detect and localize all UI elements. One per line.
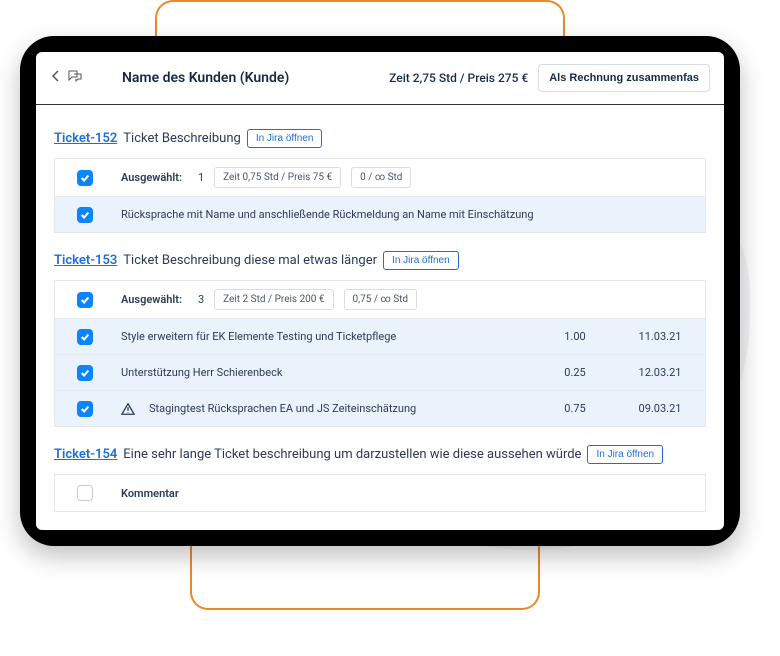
estimate-pill: 0 / ∞ Std [351, 167, 411, 188]
row-date: 11.03.21 [615, 330, 705, 343]
ticket-id-link[interactable]: Ticket-153 [54, 253, 117, 268]
estimate-pill: 0,75 / ∞ Std [344, 289, 418, 310]
row-text: Style erweitern für EK Elemente Testing … [121, 330, 396, 343]
comment-label: Kommentar [121, 487, 179, 500]
ticket-description: Eine sehr lange Ticket beschreibung um d… [123, 447, 581, 462]
content-area: Ticket-152 Ticket Beschreibung In Jira ö… [36, 105, 724, 530]
back-icon[interactable] [50, 70, 62, 86]
checkbox[interactable] [77, 365, 93, 381]
row-date: 12.03.21 [615, 366, 705, 379]
selected-count: 1 [198, 171, 204, 184]
table-row: Style erweitern für EK Elemente Testing … [55, 318, 705, 354]
ticket-head: Ticket-152 Ticket Beschreibung In Jira ö… [54, 129, 706, 148]
time-price-pill: Zeit 0,75 Std / Preis 75 € [214, 167, 341, 188]
ticket-table: Ausgewählt: 3 Zeit 2 Std / Preis 200 € 0… [54, 280, 706, 427]
table-row: Stagingtest Rücksprachen EA und JS Zeite… [55, 390, 705, 426]
header-summary: Zeit 2,75 Std / Preis 275 € [389, 71, 528, 85]
header-bar: Name des Kunden (Kunde) Zeit 2,75 Std / … [36, 52, 724, 105]
decorative-top-frame [155, 0, 565, 38]
table-row: Rücksprache mit Name und anschließende R… [55, 196, 705, 232]
ticket-head: Ticket-153 Ticket Beschreibung diese mal… [54, 251, 706, 270]
checkbox[interactable] [77, 329, 93, 345]
ticket-block: Ticket-152 Ticket Beschreibung In Jira ö… [54, 129, 706, 233]
nav-controls [50, 70, 82, 86]
selected-label: Ausgewählt: [121, 293, 182, 306]
ticket-table: Ausgewählt: 1 Zeit 0,75 Std / Preis 75 €… [54, 158, 706, 233]
table-summary-row: Ausgewählt: 1 Zeit 0,75 Std / Preis 75 €… [55, 159, 705, 196]
ticket-description: Ticket Beschreibung diese mal etwas läng… [123, 253, 377, 268]
invoice-button[interactable]: Als Rechnung zusammenfas [538, 64, 710, 92]
tablet-frame: Name des Kunden (Kunde) Zeit 2,75 Std / … [20, 36, 740, 546]
open-in-jira-button[interactable]: In Jira öffnen [247, 129, 323, 148]
checkbox[interactable] [77, 170, 93, 186]
table-comment-row: Kommentar [55, 475, 705, 511]
open-in-jira-button[interactable]: In Jira öffnen [383, 251, 459, 270]
row-hours: 0.25 [535, 366, 615, 379]
time-price-pill: Zeit 2 Std / Preis 200 € [214, 289, 333, 310]
checkbox[interactable] [77, 207, 93, 223]
checkbox[interactable] [77, 485, 93, 501]
ticket-block: Ticket-154 Eine sehr lange Ticket beschr… [54, 445, 706, 512]
selected-count: 3 [198, 293, 204, 306]
table-row: Unterstützung Herr Schierenbeck 0.25 12.… [55, 354, 705, 390]
row-text: Rücksprache mit Name und anschließende R… [121, 208, 534, 221]
row-hours: 0.75 [535, 402, 615, 415]
ticket-head: Ticket-154 Eine sehr lange Ticket beschr… [54, 445, 706, 464]
ticket-table: Kommentar [54, 474, 706, 512]
ticket-id-link[interactable]: Ticket-152 [54, 131, 117, 146]
row-date: 09.03.21 [615, 402, 705, 415]
ticket-description: Ticket Beschreibung [123, 131, 241, 146]
checkbox[interactable] [77, 401, 93, 417]
row-text: Stagingtest Rücksprachen EA und JS Zeite… [149, 402, 416, 415]
decorative-bottom-frame [190, 540, 540, 610]
ticket-id-link[interactable]: Ticket-154 [54, 447, 117, 462]
ticket-block: Ticket-153 Ticket Beschreibung diese mal… [54, 251, 706, 427]
selected-label: Ausgewählt: [121, 171, 182, 184]
row-hours: 1.00 [535, 330, 615, 343]
chat-icon[interactable] [68, 70, 82, 86]
open-in-jira-button[interactable]: In Jira öffnen [587, 445, 663, 464]
warning-icon [121, 402, 135, 416]
app-screen: Name des Kunden (Kunde) Zeit 2,75 Std / … [36, 52, 724, 530]
page-title: Name des Kunden (Kunde) [122, 70, 289, 86]
table-summary-row: Ausgewählt: 3 Zeit 2 Std / Preis 200 € 0… [55, 281, 705, 318]
row-text: Unterstützung Herr Schierenbeck [121, 366, 282, 379]
checkbox[interactable] [77, 292, 93, 308]
